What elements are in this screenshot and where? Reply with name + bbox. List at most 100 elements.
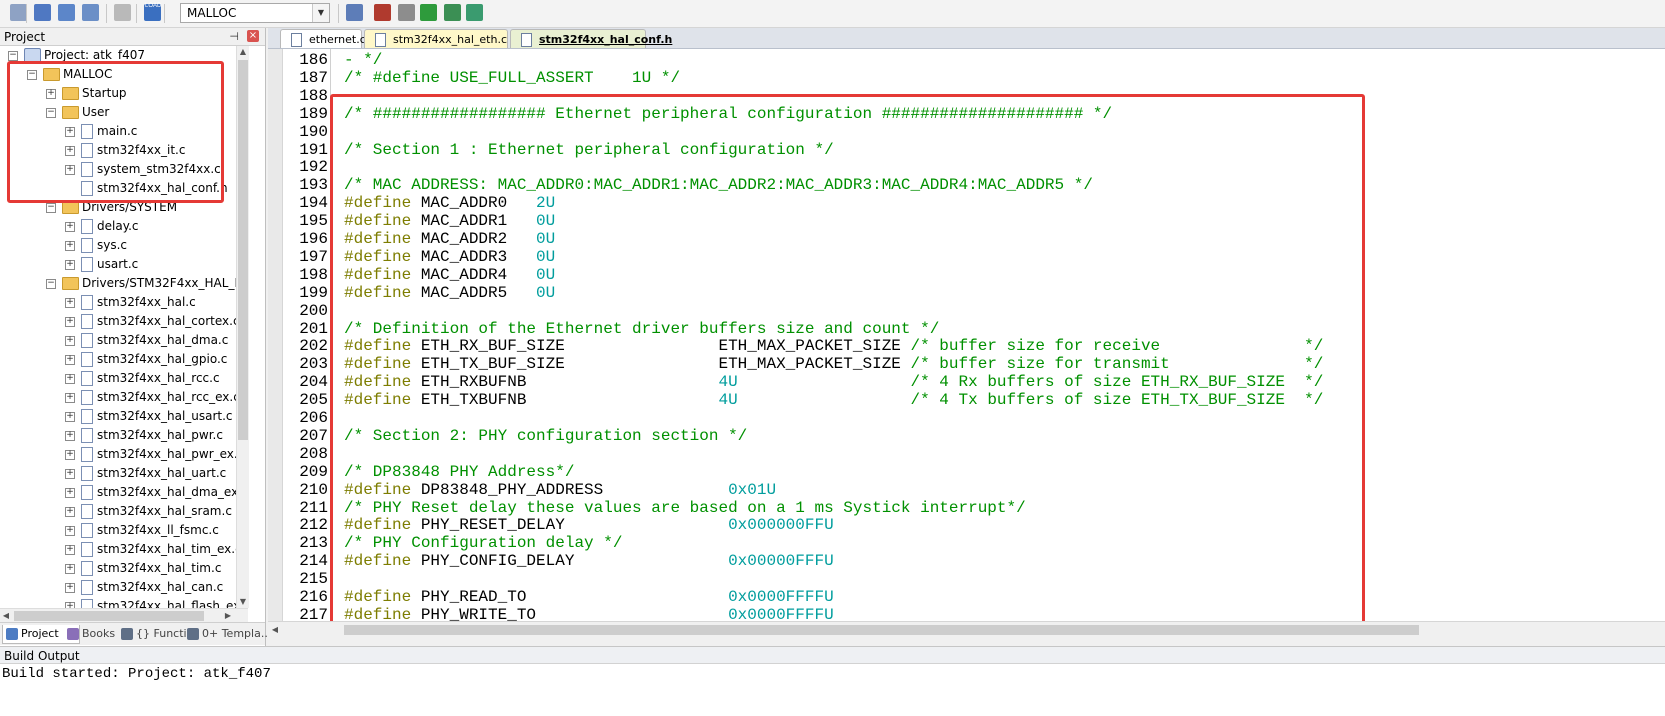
- expand-icon[interactable]: +: [65, 374, 75, 384]
- tree-item[interactable]: + stm32f4xx_ll_fsmc.c: [0, 521, 236, 540]
- close-icon[interactable]: ×: [247, 30, 259, 42]
- target-select[interactable]: MALLOC ▼: [180, 3, 330, 23]
- build-output-pane[interactable]: Build started: Project: atk_f407: [0, 664, 1665, 716]
- tree-item[interactable]: + stm32f4xx_hal_dma_ex.c: [0, 483, 248, 502]
- code-token: MAC_ADDR2: [420, 230, 537, 248]
- expand-icon[interactable]: +: [46, 89, 56, 99]
- editor-horizontal-scrollbar[interactable]: ◀: [268, 621, 1665, 638]
- file-icon: [81, 428, 93, 443]
- expand-icon[interactable]: +: [65, 488, 75, 498]
- editor-tab[interactable]: stm32f4xx_hal_conf.h: [510, 29, 672, 48]
- expand-icon[interactable]: +: [65, 450, 75, 460]
- tree-item[interactable]: + stm32f4xx_hal_pwr.c: [0, 426, 236, 445]
- expand-icon[interactable]: +: [65, 469, 75, 479]
- stop-build-icon[interactable]: [114, 4, 131, 21]
- file-icon: [81, 295, 93, 310]
- toolbar-separator: [164, 4, 165, 23]
- expand-icon[interactable]: +: [65, 393, 75, 403]
- scroll-thumb[interactable]: [344, 625, 1419, 635]
- expand-icon[interactable]: +: [65, 564, 75, 574]
- collapse-icon[interactable]: −: [8, 51, 18, 61]
- expand-icon[interactable]: +: [65, 583, 75, 593]
- expand-icon[interactable]: +: [65, 222, 75, 232]
- download-icon[interactable]: LOAD: [144, 3, 161, 21]
- translate-icon[interactable]: [10, 4, 27, 21]
- expand-icon[interactable]: +: [65, 355, 75, 365]
- manage-project-items-icon[interactable]: [374, 4, 391, 21]
- manage-rte-icon[interactable]: [420, 4, 437, 21]
- scroll-left-icon[interactable]: ◀: [268, 622, 282, 638]
- tree-item[interactable]: + stm32f4xx_hal_tim_ex.c: [0, 540, 242, 559]
- tree-item[interactable]: − User: [0, 103, 236, 122]
- tree-item[interactable]: + stm32f4xx_hal_sram.c: [0, 502, 236, 521]
- expand-icon[interactable]: +: [65, 526, 75, 536]
- tree-item[interactable]: + stm32f4xx_hal_usart.c: [0, 407, 236, 426]
- tree-item[interactable]: + stm32f4xx_hal_rcc_ex.c: [0, 388, 240, 407]
- target-options-icon[interactable]: [346, 4, 363, 21]
- scroll-left-icon[interactable]: ◀: [0, 609, 12, 623]
- expand-icon[interactable]: +: [65, 298, 75, 308]
- expand-icon[interactable]: +: [65, 165, 75, 175]
- rebuild-icon[interactable]: [58, 4, 75, 21]
- expand-icon[interactable]: +: [65, 336, 75, 346]
- scroll-up-icon[interactable]: ▲: [237, 46, 249, 58]
- line-number: 201: [299, 319, 328, 338]
- tree-item[interactable]: + delay.c: [0, 217, 236, 236]
- scroll-thumb[interactable]: [14, 611, 204, 621]
- build-icon[interactable]: [34, 4, 51, 21]
- tree-item[interactable]: + Startup: [0, 84, 236, 103]
- tree-item[interactable]: + stm32f4xx_hal_tim.c: [0, 559, 236, 578]
- tree-item-label: User: [82, 105, 110, 119]
- pack-installer-icon[interactable]: [444, 4, 461, 21]
- tree-item[interactable]: − Drivers/STM32F4xx_HAL_Driver: [0, 274, 248, 293]
- expand-icon[interactable]: +: [65, 507, 75, 517]
- expand-icon[interactable]: +: [65, 127, 75, 137]
- collapse-icon[interactable]: −: [46, 108, 56, 118]
- tree-item[interactable]: + stm32f4xx_hal_rcc.c: [0, 369, 236, 388]
- tree-item[interactable]: + usart.c: [0, 255, 236, 274]
- tree-item[interactable]: + stm32f4xx_hal_uart.c: [0, 464, 236, 483]
- tree-horizontal-scrollbar[interactable]: ◀ ▶: [0, 608, 248, 623]
- expand-icon[interactable]: +: [65, 260, 75, 270]
- tree-item[interactable]: − Drivers/SYSTEM: [0, 198, 236, 217]
- tree-item[interactable]: + stm32f4xx_hal.c: [0, 293, 236, 312]
- tree-vertical-scrollbar[interactable]: ▲ ▼: [236, 46, 249, 608]
- tree-item[interactable]: + stm32f4xx_hal_can.c: [0, 578, 236, 597]
- collapse-icon[interactable]: −: [46, 203, 56, 213]
- tree-item[interactable]: + stm32f4xx_hal_dma.c: [0, 331, 236, 350]
- expand-icon[interactable]: +: [65, 317, 75, 327]
- tree-item[interactable]: stm32f4xx_hal_conf.h: [0, 179, 236, 198]
- collapse-icon[interactable]: −: [46, 279, 56, 289]
- expand-icon[interactable]: +: [65, 241, 75, 251]
- scroll-right-icon[interactable]: ▶: [222, 609, 234, 623]
- tree-item[interactable]: + stm32f4xx_hal_gpio.c: [0, 350, 236, 369]
- batch-build-icon[interactable]: [82, 4, 99, 21]
- event-recorder-icon[interactable]: [466, 4, 483, 21]
- editor-tab[interactable]: stm32f4xx_hal_eth.c: [364, 29, 508, 48]
- code-text: /* PHY Configuration delay */: [344, 534, 622, 552]
- scroll-down-icon[interactable]: ▼: [237, 596, 249, 608]
- expand-icon[interactable]: +: [65, 146, 75, 156]
- code-token: /* PHY Reset delay these values are base…: [344, 498, 1026, 517]
- expand-icon[interactable]: +: [65, 545, 75, 555]
- tree-item[interactable]: + stm32f4xx_hal_cortex.c: [0, 312, 240, 331]
- tree-item[interactable]: + main.c: [0, 122, 236, 141]
- scroll-thumb[interactable]: [238, 60, 248, 440]
- editor-tab[interactable]: ethernet.c: [280, 29, 366, 48]
- panel-tab[interactable]: 0+ Templa...: [184, 625, 272, 643]
- collapse-icon[interactable]: −: [27, 70, 37, 80]
- tree-item[interactable]: − Project: atk_f407: [0, 46, 236, 65]
- tree-item[interactable]: + stm32f4xx_it.c: [0, 141, 236, 160]
- code-editor[interactable]: 186 - */ 187 /* #define USE_FULL_ASSERT 1U …: [268, 49, 1665, 621]
- tree-item[interactable]: + system_stm32f4xx.c: [0, 160, 236, 179]
- tree-item[interactable]: + stm32f4xx_hal_pwr_ex.c: [0, 445, 244, 464]
- tree-item[interactable]: + sys.c: [0, 236, 236, 255]
- tree-item[interactable]: − MALLOC: [0, 65, 236, 84]
- pin-icon[interactable]: ⊣: [229, 28, 239, 46]
- chevron-down-icon[interactable]: ▼: [312, 4, 329, 22]
- file-icon: [81, 143, 93, 158]
- expand-icon[interactable]: +: [65, 431, 75, 441]
- tree-item[interactable]: + stm32f4xx_hal_flash_ex.c: [0, 597, 248, 608]
- expand-icon[interactable]: +: [65, 412, 75, 422]
- select-packs-icon[interactable]: [398, 4, 415, 21]
